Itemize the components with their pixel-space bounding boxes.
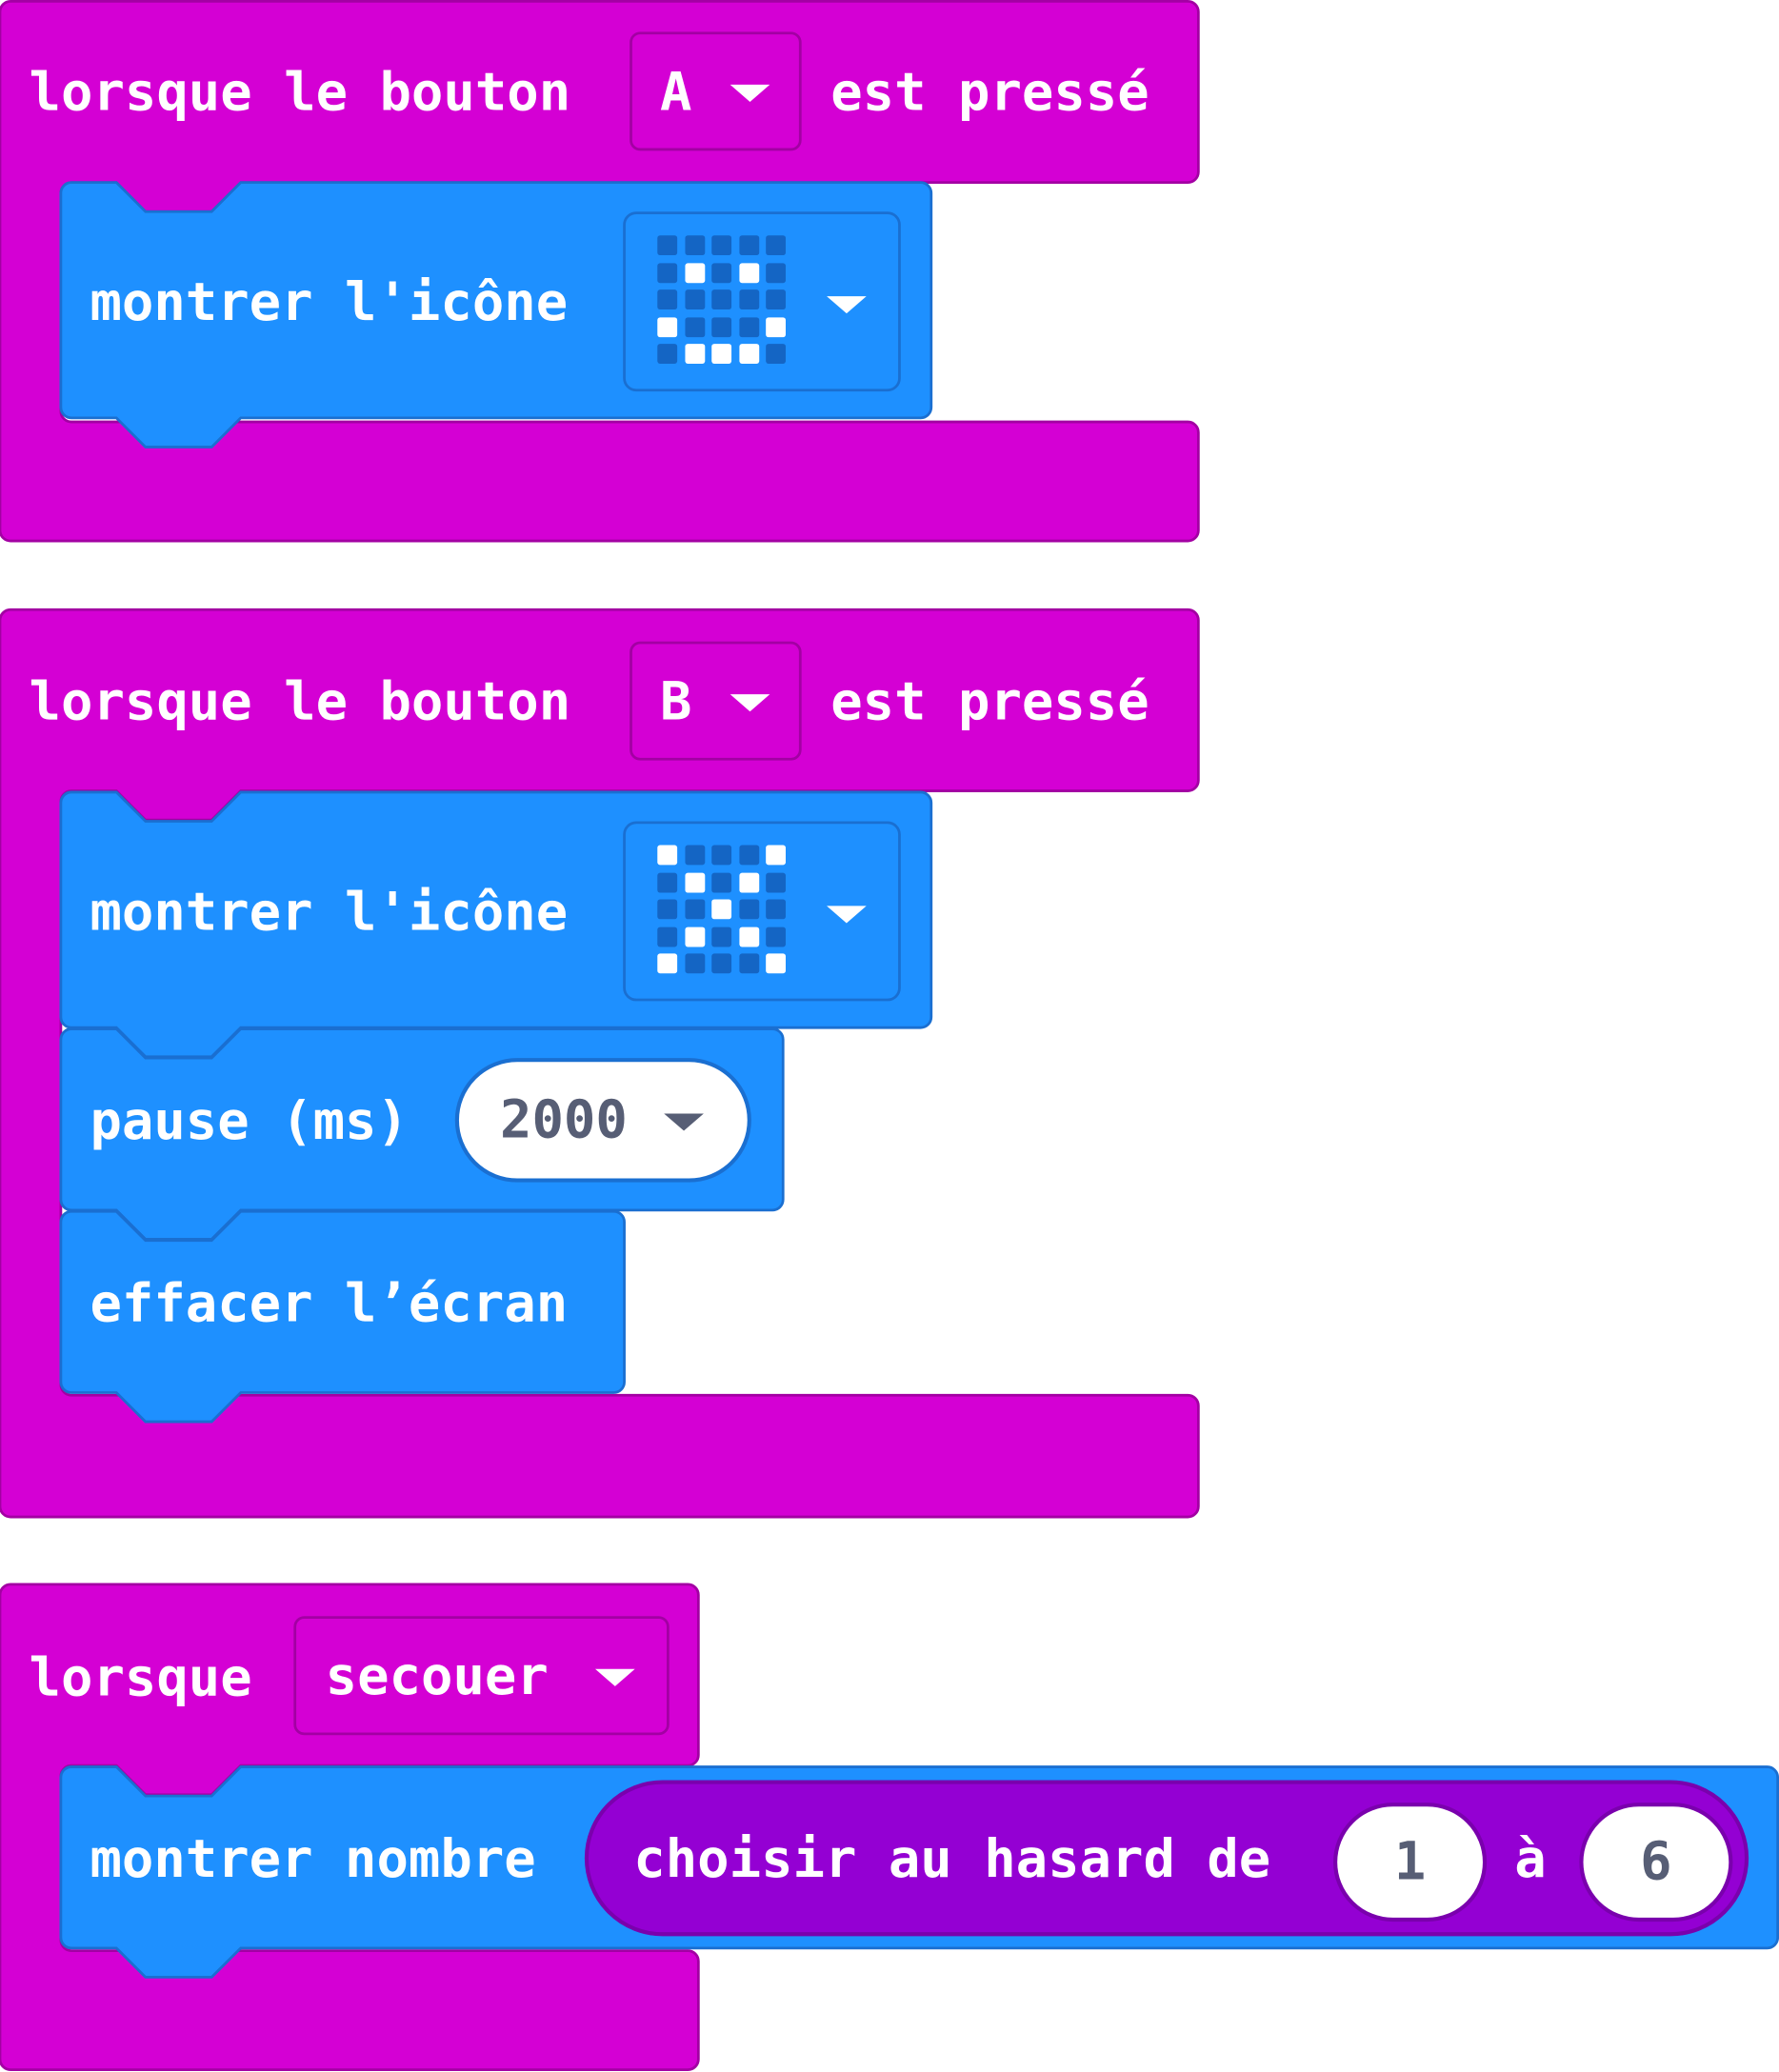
led-r0-c0[interactable] [657, 845, 678, 866]
led-r0-c1[interactable] [684, 235, 705, 256]
led-r3-c0[interactable] [657, 316, 678, 337]
led-r0-c4[interactable] [766, 235, 787, 256]
led-r2-c3[interactable] [738, 289, 759, 310]
pause-block[interactable]: pause (ms) 2000 [59, 1027, 789, 1241]
caret-down-icon [827, 296, 867, 314]
clear-screen-label: effacer l’écran [90, 1273, 569, 1335]
caret-down-icon [827, 906, 867, 924]
on-shake-gesture-block[interactable]: lorsque secouer montrer nombre choisir a… [0, 1583, 1779, 2072]
random-number-reporter[interactable]: choisir au hasard de 1 à 6 [584, 1780, 1749, 1937]
on-button-a-pressed-block[interactable]: lorsque le bouton A est pressé montrer l… [0, 0, 1204, 543]
led-r1-c0[interactable] [657, 262, 678, 283]
button-dropdown[interactable]: A [630, 31, 802, 151]
random-label-from: choisir au hasard de [633, 1828, 1271, 1890]
led-r0-c4[interactable] [766, 845, 787, 866]
gesture-dropdown-value: secouer [325, 1646, 549, 1708]
led-r2-c4[interactable] [766, 899, 787, 920]
show-icon-label: montrer l'icône [90, 272, 569, 334]
random-label-to: à [1514, 1828, 1547, 1890]
led-r1-c1[interactable] [684, 262, 705, 283]
led-r3-c3[interactable] [738, 316, 759, 337]
on-button-b-pressed-block[interactable]: lorsque le bouton B est pressé montrer l… [0, 608, 1204, 1521]
random-min-value: 1 [1393, 1831, 1427, 1893]
show-number-label: montrer nombre [90, 1828, 536, 1890]
random-max-input[interactable]: 6 [1579, 1803, 1733, 1923]
led-r3-c1[interactable] [684, 316, 705, 337]
led-r1-c4[interactable] [766, 871, 787, 892]
led-r4-c2[interactable] [711, 344, 732, 364]
button-dropdown-value: B [660, 671, 692, 733]
led-r0-c2[interactable] [711, 845, 732, 866]
led-r4-c1[interactable] [684, 344, 705, 364]
random-min-input[interactable]: 1 [1333, 1803, 1488, 1923]
led-r1-c1[interactable] [684, 871, 705, 892]
led-r0-c3[interactable] [738, 235, 759, 256]
led-r1-c4[interactable] [766, 262, 787, 283]
led-r2-c2[interactable] [711, 899, 732, 920]
led-r0-c0[interactable] [657, 235, 678, 256]
led-r1-c0[interactable] [657, 871, 678, 892]
button-dropdown[interactable]: B [630, 641, 802, 761]
led-r3-c4[interactable] [766, 926, 787, 946]
led-r3-c1[interactable] [684, 926, 705, 946]
led-r0-c3[interactable] [738, 845, 759, 866]
led-r2-c4[interactable] [766, 289, 787, 310]
led-r0-c1[interactable] [684, 845, 705, 866]
event-label-suffix: est pressé [830, 62, 1149, 124]
led-r4-c0[interactable] [657, 953, 678, 974]
blocks-workspace: lorsque le bouton A est pressé montrer l… [0, 0, 1779, 2072]
led-r0-c2[interactable] [711, 235, 732, 256]
led-r1-c2[interactable] [711, 871, 732, 892]
led-r2-c1[interactable] [684, 899, 705, 920]
led-r3-c4[interactable] [766, 316, 787, 337]
led-r1-c3[interactable] [738, 871, 759, 892]
led-grid [657, 235, 794, 372]
caret-down-icon [730, 84, 770, 102]
event-label: lorsque le bouton [29, 671, 571, 733]
led-r4-c4[interactable] [766, 344, 787, 364]
led-r3-c3[interactable] [738, 926, 759, 946]
led-r4-c3[interactable] [738, 344, 759, 364]
led-r2-c0[interactable] [657, 289, 678, 310]
led-r4-c3[interactable] [738, 953, 759, 974]
led-r3-c2[interactable] [711, 316, 732, 337]
event-label: lorsque le bouton [29, 62, 571, 124]
show-icon-block[interactable]: montrer l'icône [59, 790, 934, 1059]
show-icon-block[interactable]: montrer l'icône [59, 181, 934, 452]
icon-picker[interactable] [623, 211, 901, 392]
led-r1-c3[interactable] [738, 262, 759, 283]
caret-down-icon [664, 1113, 704, 1131]
pause-label: pause (ms) [90, 1090, 409, 1152]
show-icon-label: montrer l'icône [90, 882, 569, 944]
led-r4-c4[interactable] [766, 953, 787, 974]
led-r1-c2[interactable] [711, 262, 732, 283]
led-r4-c1[interactable] [684, 953, 705, 974]
led-r4-c2[interactable] [711, 953, 732, 974]
random-max-value: 6 [1640, 1831, 1672, 1893]
led-r4-c0[interactable] [657, 344, 678, 364]
clear-screen-block[interactable]: effacer l’écran [59, 1209, 630, 1428]
pause-duration-value: 2000 [500, 1089, 628, 1151]
button-dropdown-value: A [660, 62, 692, 124]
led-r2-c3[interactable] [738, 899, 759, 920]
led-r2-c0[interactable] [657, 899, 678, 920]
show-number-block[interactable]: montrer nombre choisir au hasard de 1 à … [59, 1765, 1779, 1983]
icon-picker[interactable] [623, 821, 901, 1002]
event-label-suffix: est pressé [830, 671, 1149, 733]
caret-down-icon [595, 1668, 635, 1686]
led-r3-c0[interactable] [657, 926, 678, 946]
led-r2-c2[interactable] [711, 289, 732, 310]
event-label: lorsque [29, 1647, 252, 1709]
caret-down-icon [730, 694, 770, 712]
gesture-dropdown[interactable]: secouer [293, 1616, 670, 1736]
pause-duration-dropdown[interactable]: 2000 [454, 1058, 751, 1183]
led-grid [657, 845, 794, 983]
led-r3-c2[interactable] [711, 926, 732, 946]
led-r2-c1[interactable] [684, 289, 705, 310]
